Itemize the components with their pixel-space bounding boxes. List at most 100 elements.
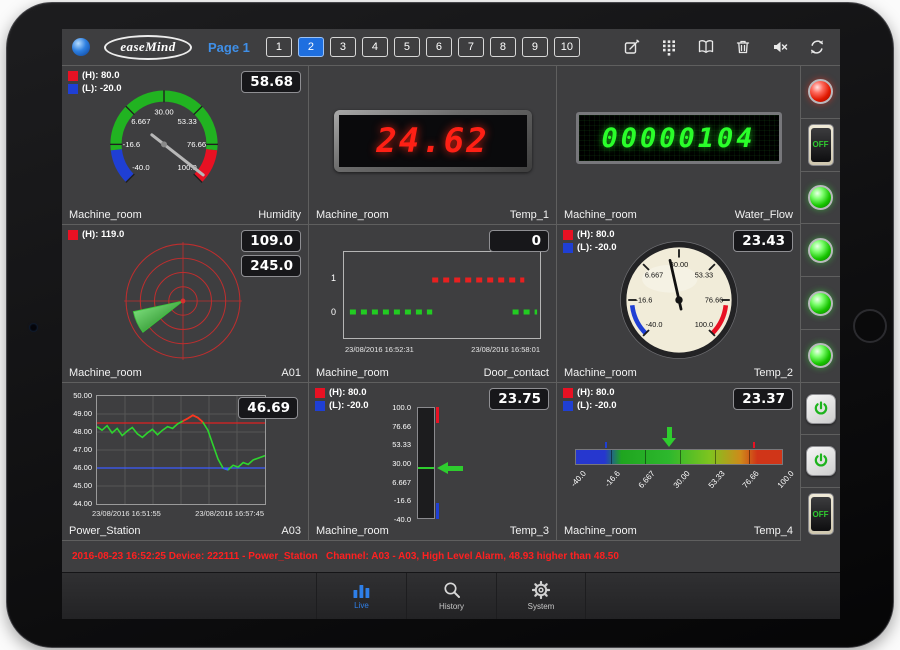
tab-label: Live <box>354 601 369 610</box>
trash-icon[interactable] <box>734 38 752 56</box>
widget-temp4-bar[interactable]: (H): 80.0 (L): -20.0 23.37 -40.0 -16.6 6… <box>557 383 801 541</box>
status-lamp-green <box>808 343 833 368</box>
page-button-8[interactable]: 8 <box>490 37 516 57</box>
widget-a03-trend[interactable]: 50.00 49.00 48.00 47.00 46.00 45.00 44.0… <box>62 383 309 541</box>
widget-humidity-gauge[interactable]: (H): 80.0 (L): -20.0 58.68 -40.0 <box>62 66 309 225</box>
page-button-5[interactable]: 5 <box>394 37 420 57</box>
status-lamp-green <box>808 238 833 263</box>
high-limit-swatch <box>68 230 78 240</box>
tab-system[interactable]: System <box>496 573 586 619</box>
bottom-nav: Live History <box>62 572 840 619</box>
tab-history[interactable]: History <box>406 573 496 619</box>
keypad-icon[interactable] <box>660 38 678 56</box>
value-pointer-arrow <box>437 462 463 474</box>
tab-live[interactable]: Live <box>316 573 406 619</box>
app-screen: easeMind Page 1 1 2 3 4 5 6 7 8 9 10 <box>62 29 840 619</box>
device-label: Machine_room <box>564 367 637 379</box>
scale-label: 6.667 <box>637 469 657 490</box>
mute-speaker-icon[interactable] <box>771 38 789 56</box>
page-button-10[interactable]: 10 <box>554 37 580 57</box>
alarm-legend: (H): 80.0 (L): -20.0 <box>563 229 617 255</box>
low-limit-marker <box>605 442 607 448</box>
high-limit-marker <box>436 407 439 423</box>
device-label: Machine_room <box>316 525 389 537</box>
scale-label: 53.33 <box>371 440 411 449</box>
page-button-1[interactable]: 1 <box>266 37 292 57</box>
low-limit-swatch <box>315 401 325 411</box>
device-label: Machine_room <box>316 367 389 379</box>
svg-text:-16.6: -16.6 <box>636 295 653 304</box>
channel-label: Temp_2 <box>754 367 793 379</box>
widget-temp3-bar[interactable]: (H): 80.0 (L): -20.0 23.75 100.0 76.66 5… <box>309 383 557 541</box>
page-button-3[interactable]: 3 <box>330 37 356 57</box>
door-plot <box>344 252 540 338</box>
widget-grid: (H): 80.0 (L): -20.0 58.68 -40.0 <box>62 65 801 540</box>
indicator-column: OFF OFF <box>801 65 840 540</box>
page-label: Page 1 <box>208 40 250 55</box>
alarm-legend: (H): 80.0 (L): -20.0 <box>563 387 617 413</box>
svg-text:6.667: 6.667 <box>131 117 150 126</box>
page-button-2[interactable]: 2 <box>298 37 324 57</box>
page-button-6[interactable]: 6 <box>426 37 452 57</box>
y-axis-label: 48.00 <box>64 427 92 436</box>
device-label: Machine_room <box>564 209 637 221</box>
vertical-bar-track <box>417 407 435 519</box>
time-start-label: 23/08/2016 16:51:55 <box>92 509 161 518</box>
live-bars-icon <box>352 582 371 598</box>
widget-waterflow-counter[interactable]: 00000104 Machine_roomWater_Flow <box>557 66 801 225</box>
high-limit-swatch <box>68 71 78 81</box>
y-axis-label: 45.00 <box>64 481 92 490</box>
page-button-7[interactable]: 7 <box>458 37 484 57</box>
widget-doorcontact-chart[interactable]: 0 1 0 23/08/2016 16:52:31 23/08/2016 16:… <box>309 225 557 383</box>
device-label: Power_Station <box>69 525 141 537</box>
a03-high-segment <box>183 415 203 422</box>
channel-label: Temp_3 <box>510 525 549 537</box>
svg-text:-40.0: -40.0 <box>646 320 663 329</box>
power-button[interactable] <box>806 446 836 476</box>
gradient-bar-track <box>575 449 783 465</box>
svg-text:100.0: 100.0 <box>695 320 713 329</box>
value-display: 0 <box>489 230 549 252</box>
device-label: Machine_room <box>564 525 637 537</box>
page-button-4[interactable]: 4 <box>362 37 388 57</box>
svg-text:-40.0: -40.0 <box>132 163 150 172</box>
switch-state-label: OFF <box>813 510 829 519</box>
svg-text:76.66: 76.66 <box>705 295 723 304</box>
value-display: 245.0 <box>241 255 301 277</box>
high-limit-swatch <box>563 388 573 398</box>
tablet-frame: easeMind Page 1 1 2 3 4 5 6 7 8 9 10 <box>6 2 894 648</box>
high-limit-label: (H): 80.0 <box>577 387 614 398</box>
book-icon[interactable] <box>697 38 715 56</box>
widget-a01-radar[interactable]: (H): 119.0 109.0 245.0 Machine_ro <box>62 225 309 383</box>
low-limit-swatch <box>68 84 78 94</box>
rocker-switch[interactable]: OFF <box>808 493 834 535</box>
scale-label: 76.66 <box>741 469 761 490</box>
channel-label: Water_Flow <box>735 209 793 221</box>
refresh-icon[interactable] <box>808 38 826 56</box>
rocker-switch[interactable]: OFF <box>808 124 834 166</box>
scale-label: -16.6 <box>603 469 622 489</box>
value-displays: 109.0 245.0 <box>241 230 301 277</box>
y-axis-label: 46.00 <box>64 463 92 472</box>
widget-temp1-lcd[interactable]: 24.62 Machine_roomTemp_1 <box>309 66 557 225</box>
y-axis-label: 50.00 <box>64 391 92 400</box>
svg-text:6.667: 6.667 <box>645 270 663 279</box>
page-button-9[interactable]: 9 <box>522 37 548 57</box>
gear-icon <box>532 581 550 599</box>
channel-label: Door_contact <box>484 367 549 379</box>
toolbar-actions <box>623 38 826 56</box>
scale-label: -16.6 <box>371 496 411 505</box>
power-button[interactable] <box>806 394 836 424</box>
time-end-label: 23/08/2016 16:58:01 <box>471 345 540 354</box>
scale-label: 100.0 <box>776 469 796 490</box>
high-limit-label: (H): 80.0 <box>329 387 366 398</box>
channel-label: Temp_4 <box>754 525 793 537</box>
svg-text:-16.6: -16.6 <box>123 140 141 149</box>
high-limit-label: (H): 80.0 <box>82 70 119 81</box>
home-button[interactable] <box>853 309 887 343</box>
radar-plot <box>122 240 244 362</box>
widget-temp2-gauge[interactable]: (H): 80.0 (L): -20.0 23.43 <box>557 225 801 383</box>
y-tick-label: 0 <box>331 307 336 317</box>
value-display: 23.43 <box>733 230 793 252</box>
edit-compose-icon[interactable] <box>623 38 641 56</box>
